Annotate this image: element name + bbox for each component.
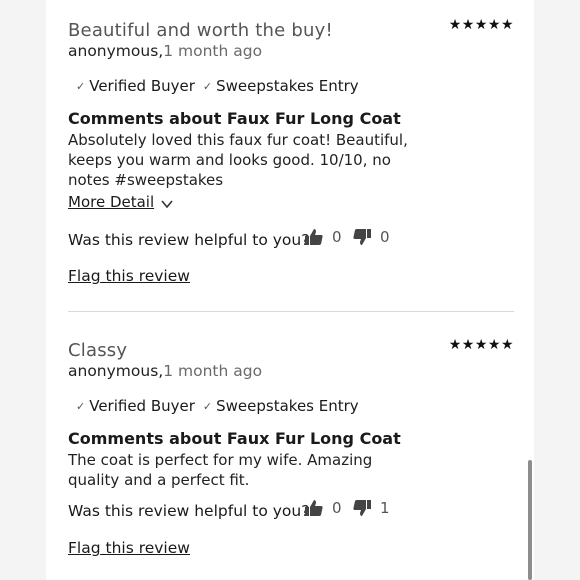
review-meta: anonymous,1 month ago xyxy=(68,362,262,380)
sweepstakes-entry-badge: ✓ Sweepstakes Entry xyxy=(203,397,359,415)
helpful-yes-button[interactable]: 0 xyxy=(304,227,342,247)
review-body: The coat is perfect for my wife. Amazing… xyxy=(68,451,373,489)
review-heading: Comments about Faux Fur Long Coat xyxy=(68,109,401,128)
helpful-yes-button[interactable]: 0 xyxy=(304,498,342,518)
reviews-panel: Beautiful and worth the buy! ★★★★★ anony… xyxy=(46,0,534,580)
review-title: Beautiful and worth the buy! xyxy=(68,20,333,41)
review-meta: anonymous,1 month ago xyxy=(68,42,262,60)
scrollbar[interactable] xyxy=(528,460,532,580)
badge-label: Verified Buyer xyxy=(89,77,195,95)
review-body: Absolutely loved this faux fur coat! Bea… xyxy=(68,131,408,189)
review-date: 1 month ago xyxy=(163,362,263,380)
review-heading: Comments about Faux Fur Long Coat xyxy=(68,429,401,448)
thumbs-down-icon xyxy=(353,500,371,516)
verified-buyer-badge: ✓ Verified Buyer xyxy=(76,397,195,415)
helpful-prompt: Was this review helpful to you? xyxy=(68,502,310,520)
sweepstakes-entry-badge: ✓ Sweepstakes Entry xyxy=(203,77,359,95)
review-date: 1 month ago xyxy=(163,42,263,60)
star-rating: ★★★★★ xyxy=(448,337,514,353)
badge-label: Verified Buyer xyxy=(89,397,195,415)
flag-review-link[interactable]: Flag this review xyxy=(68,539,190,557)
review-divider xyxy=(68,311,514,312)
star-rating: ★★★★★ xyxy=(448,17,514,33)
check-icon: ✓ xyxy=(76,79,86,93)
check-icon: ✓ xyxy=(202,399,213,413)
helpful-no-count: 0 xyxy=(380,228,390,246)
badge-label: Sweepstakes Entry xyxy=(216,77,359,95)
flag-review-link[interactable]: Flag this review xyxy=(68,267,190,285)
review-badges: ✓ Verified Buyer ✓ Sweepstakes Entry xyxy=(76,77,367,95)
review-author: anonymous, xyxy=(68,362,164,380)
helpful-prompt: Was this review helpful to you? xyxy=(68,231,310,249)
helpful-no-count: 1 xyxy=(380,499,390,517)
helpful-no-button[interactable]: 0 xyxy=(352,227,390,247)
review-title: Classy xyxy=(68,340,128,361)
helpful-yes-count: 0 xyxy=(332,228,342,246)
verified-buyer-badge: ✓ Verified Buyer xyxy=(76,77,195,95)
review-author: anonymous, xyxy=(68,42,164,60)
helpful-yes-count: 0 xyxy=(332,499,342,517)
thumbs-up-icon xyxy=(305,500,323,516)
review-badges: ✓ Verified Buyer ✓ Sweepstakes Entry xyxy=(76,397,367,415)
thumbs-down-icon xyxy=(353,229,371,245)
badge-label: Sweepstakes Entry xyxy=(216,397,359,415)
check-icon: ✓ xyxy=(202,79,213,93)
check-icon: ✓ xyxy=(76,399,86,413)
chevron-down-icon[interactable] xyxy=(160,198,174,210)
more-detail-link[interactable]: More Detail xyxy=(68,193,154,211)
thumbs-up-icon xyxy=(305,229,323,245)
helpful-no-button[interactable]: 1 xyxy=(352,498,390,518)
